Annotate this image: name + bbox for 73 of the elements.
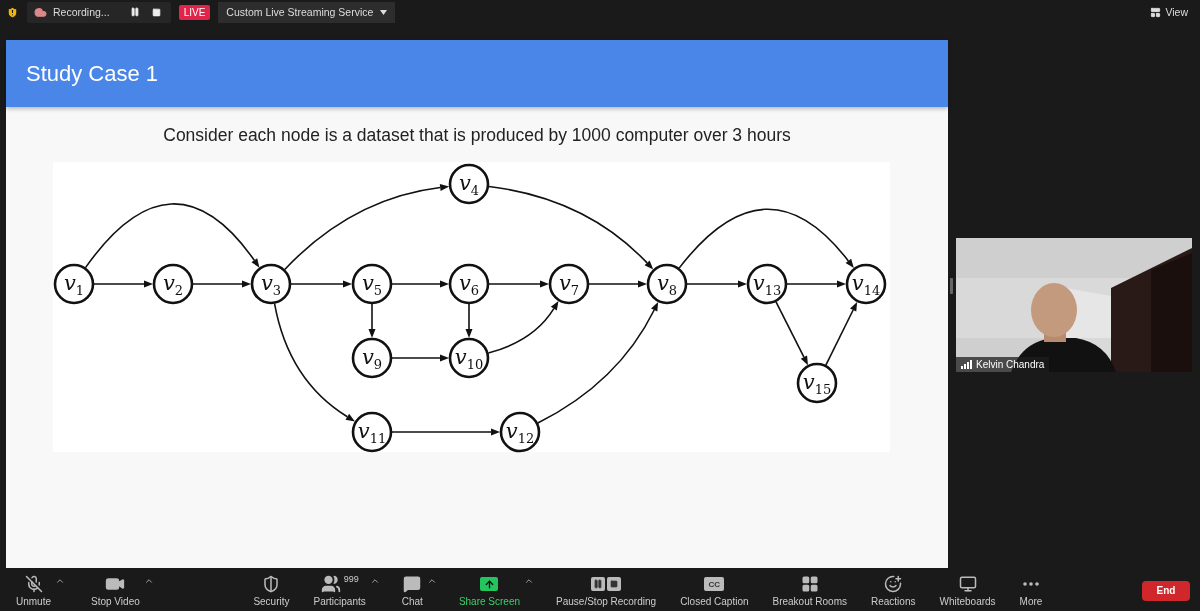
live-badge: LIVE — [178, 4, 211, 20]
chat-bubble-icon — [403, 575, 422, 593]
warning-shield-icon[interactable] — [6, 5, 19, 19]
chat-button[interactable]: Chat — [399, 574, 425, 607]
breakout-button[interactable]: Breakout Rooms — [770, 574, 849, 607]
closed-caption-icon: CC — [704, 577, 725, 591]
graph-node: v$_{2}$ — [152, 263, 194, 305]
slide-text: Consider each node is a dataset that is produced by 1000 computer over 3 hours — [162, 125, 792, 146]
edge-arrow — [786, 280, 846, 288]
edge-arrow — [488, 280, 549, 288]
edge-arrow — [368, 303, 376, 338]
slide-title: Study Case 1 — [26, 60, 159, 87]
grid-icon — [800, 575, 819, 593]
graph-node: v$_{9}$ — [351, 337, 393, 379]
smiley-plus-icon — [884, 575, 903, 593]
edge-arrow — [93, 280, 153, 288]
edge-arrow — [825, 301, 858, 366]
mic-button[interactable]: Unmute — [14, 574, 53, 607]
caret-button[interactable] — [55, 576, 65, 586]
graph-node: v$_{6}$ — [448, 263, 490, 305]
graph-node: v$_{8}$ — [646, 263, 688, 305]
people-icon — [320, 574, 341, 594]
graph-node: v$_{11}$ — [351, 411, 393, 453]
caret-button[interactable] — [143, 576, 154, 586]
dropdown-caret-icon — [380, 9, 388, 15]
whiteboard-icon — [958, 575, 977, 593]
edge-arrow — [290, 280, 352, 288]
edge-arrow — [192, 280, 251, 288]
edge-arrow — [391, 354, 449, 362]
pause-stop-icon — [591, 577, 622, 591]
captions-button[interactable]: CC Closed Caption — [678, 574, 751, 607]
signal-icon — [961, 360, 972, 369]
graph-node: v$_{3}$ — [250, 263, 292, 305]
graph-node: v$_{10}$ — [448, 337, 490, 379]
pause-button[interactable] — [129, 7, 140, 17]
security-button[interactable]: Security — [251, 574, 292, 607]
more-icon — [1023, 582, 1039, 586]
edge-arrow — [686, 280, 747, 288]
caret-button[interactable] — [369, 576, 380, 586]
edge-arrow — [775, 301, 808, 366]
cloud-icon — [34, 5, 47, 19]
graph-node: v$_{12}$ — [499, 411, 541, 453]
view-layout-icon — [1150, 6, 1162, 18]
streaming-service-dropdown[interactable]: Custom Live Streaming Service — [218, 1, 396, 23]
resize-handle[interactable] — [950, 278, 953, 294]
microphone-muted-icon — [24, 575, 43, 593]
participant-count: 999 — [343, 574, 359, 584]
caret-button[interactable] — [426, 576, 437, 586]
recording-label: Recording... — [53, 6, 110, 18]
share-button[interactable]: Share Screen — [456, 574, 523, 607]
graph-node: v$_{13}$ — [746, 263, 788, 305]
view-button[interactable]: View — [1144, 6, 1194, 18]
edge-arrow — [588, 280, 647, 288]
participant-name: Kelvin Chandra — [976, 359, 1045, 370]
stop-button[interactable] — [151, 7, 161, 17]
graph-node: v$_{1}$ — [53, 263, 95, 305]
video-button[interactable]: Stop Video — [89, 574, 142, 607]
graph-node: v$_{15}$ — [796, 362, 838, 404]
edge-arrow — [391, 280, 449, 288]
reactions-button[interactable]: Reactions — [869, 574, 918, 607]
end-button[interactable]: End — [1142, 580, 1190, 601]
share-screen-icon — [480, 577, 499, 591]
graph-node: v$_{7}$ — [548, 263, 590, 305]
whiteboards-button[interactable]: Whiteboards — [937, 574, 998, 607]
graph-node: v$_{5}$ — [351, 263, 393, 305]
caret-button[interactable] — [524, 576, 535, 586]
edge-arrow — [465, 303, 473, 338]
shield-icon — [262, 575, 281, 593]
graph-node: v$_{14}$ — [845, 263, 887, 305]
recording-button[interactable]: Pause/Stop Recording — [554, 574, 659, 607]
participants-button[interactable]: 999 Participants — [311, 574, 368, 607]
graph-node: v$_{4}$ — [448, 163, 490, 205]
more-button[interactable]: More — [1017, 574, 1045, 607]
